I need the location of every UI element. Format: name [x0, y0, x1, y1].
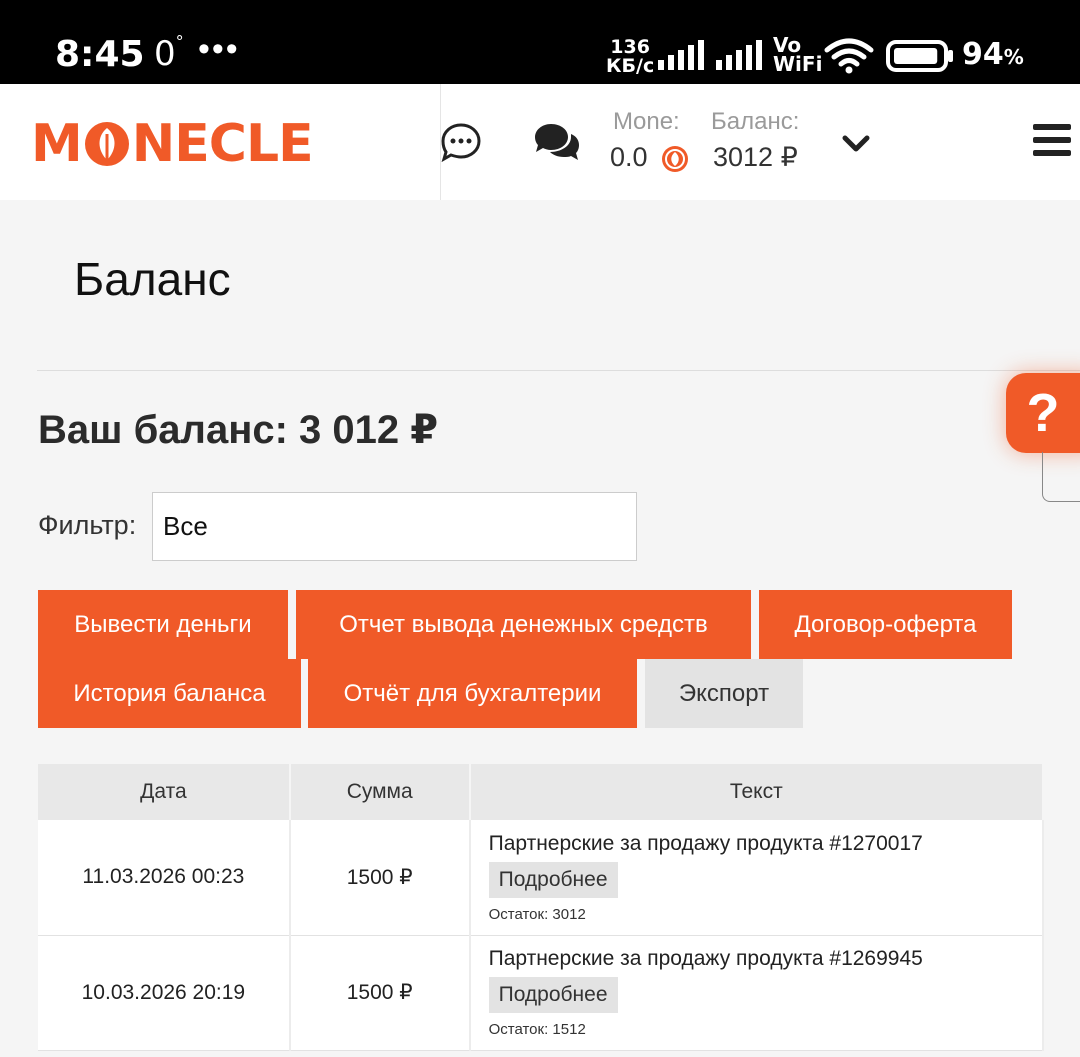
- balance-history-button[interactable]: История баланса: [38, 659, 301, 728]
- balance-value[interactable]: 3012 ₽: [713, 142, 798, 173]
- divider: [37, 370, 1080, 371]
- remainder-text: Остаток: 1512: [488, 1021, 586, 1038]
- details-button[interactable]: Подробнее: [488, 977, 618, 1013]
- filter-select[interactable]: Все: [152, 492, 637, 561]
- menu-icon[interactable]: [1033, 124, 1071, 163]
- column-header-amount[interactable]: Сумма: [289, 764, 471, 820]
- more-notifications-icon: •••: [198, 30, 240, 68]
- transaction-description: Партнерские за продажу продукта #1269945: [488, 947, 923, 970]
- table-row: 10.03.2026 20:19 1500 ₽ Партнерские за п…: [38, 935, 1045, 1051]
- table-row: 11.03.2026 00:23 1500 ₽ Партнерские за п…: [38, 820, 1045, 936]
- withdrawal-report-button[interactable]: Отчет вывода денежных средств: [296, 590, 751, 659]
- transaction-description: Партнерские за продажу продукта #1270017: [488, 831, 923, 855]
- withdraw-money-button[interactable]: Вывести деньги: [38, 590, 288, 659]
- details-button[interactable]: Подробнее: [488, 861, 618, 898]
- column-header-text[interactable]: Текст: [469, 764, 1045, 820]
- vowifi-label: Vo WiFi: [773, 33, 823, 76]
- network-speed: 136 КБ/с: [606, 36, 655, 77]
- mone-label: Mone:: [613, 108, 680, 135]
- filter-label: Фильтр:: [38, 510, 137, 540]
- battery-icon: [886, 40, 956, 77]
- logo-leaf-icon: [84, 122, 129, 166]
- cell-date: 11.03.2026 00:23: [38, 820, 291, 936]
- help-button[interactable]: ?: [1006, 373, 1080, 453]
- table-header-row: Дата Сумма Текст: [38, 764, 1045, 820]
- offer-agreement-button[interactable]: Договор-оферта: [759, 590, 1012, 659]
- mone-value[interactable]: 0.0: [610, 142, 689, 173]
- balance-table: Дата Сумма Текст 11.03.2026 00:23 1500 ₽…: [38, 764, 1045, 1051]
- site-header: M NECLE Mone: 0.0 Баланс: 3012 ₽: [0, 84, 1080, 200]
- remainder-text: Остаток: 3012: [488, 905, 586, 923]
- mone-coin-icon: [662, 145, 689, 172]
- cell-amount: 1500 ₽: [289, 935, 471, 1051]
- logo[interactable]: M NECLE: [31, 114, 314, 174]
- chevron-down-icon[interactable]: [842, 134, 870, 154]
- signal-icon: [716, 40, 762, 70]
- balance-label: Баланс:: [711, 108, 800, 135]
- chat-bubble-icon[interactable]: [440, 122, 482, 164]
- status-bar: 8:45 0° ••• 136 КБ/с Vo WiFi 94%: [0, 0, 1080, 84]
- balance-heading: Ваш баланс: 3 012 ₽: [38, 408, 439, 452]
- cell-text: Партнерские за продажу продукта #1269945…: [469, 935, 1045, 1051]
- cell-date: 10.03.2026 20:19: [38, 935, 291, 1051]
- wifi-icon: [824, 38, 874, 74]
- help-panel-edge: [1042, 452, 1080, 502]
- battery-percent: 94%: [962, 37, 1024, 72]
- page-title: Баланс: [74, 253, 231, 305]
- status-time: 8:45: [55, 34, 145, 75]
- accounting-report-button[interactable]: Отчёт для бухгалтерии: [308, 659, 637, 728]
- status-notification: 0°: [154, 31, 184, 74]
- column-header-date[interactable]: Дата: [38, 764, 291, 820]
- export-button[interactable]: Экспорт: [645, 659, 803, 728]
- messages-icon[interactable]: [533, 122, 581, 164]
- signal-icon: [658, 40, 704, 70]
- cell-amount: 1500 ₽: [289, 820, 471, 936]
- cell-text: Партнерские за продажу продукта #1270017…: [469, 820, 1045, 936]
